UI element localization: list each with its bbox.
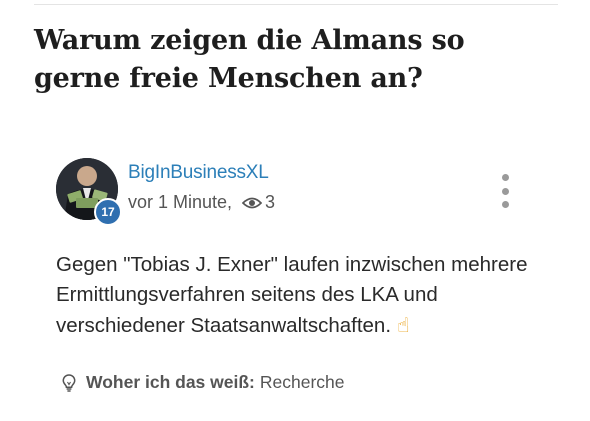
source-info: Woher ich das weiß: Recherche	[62, 372, 345, 393]
top-divider	[34, 4, 558, 5]
answer-meta: vor 1 Minute, 3	[128, 192, 275, 213]
author-username[interactable]: BigInBusinessXL	[128, 162, 269, 184]
more-options-button[interactable]	[496, 174, 514, 208]
level-badge: 17	[94, 198, 122, 226]
answer-body-text: Gegen "Tobias J. Exner" laufen inzwische…	[56, 253, 528, 337]
eye-icon	[242, 196, 263, 210]
source-value: Recherche	[259, 372, 345, 392]
lightbulb-icon	[62, 373, 76, 392]
more-vertical-icon	[501, 174, 509, 181]
pointing-up-emoji: ☝	[397, 313, 410, 337]
answer-card: 17 BigInBusinessXL vor 1 Minute, 3 Gegen…	[0, 150, 590, 421]
source-label: Woher ich das weiß:	[86, 372, 255, 392]
question-title: Warum zeigen die Almans so gerne freie M…	[34, 25, 465, 94]
view-count: 3	[265, 192, 276, 212]
answer-timestamp: vor 1 Minute,	[128, 192, 233, 212]
answer-text: Gegen "Tobias J. Exner" laufen inzwische…	[56, 250, 556, 341]
